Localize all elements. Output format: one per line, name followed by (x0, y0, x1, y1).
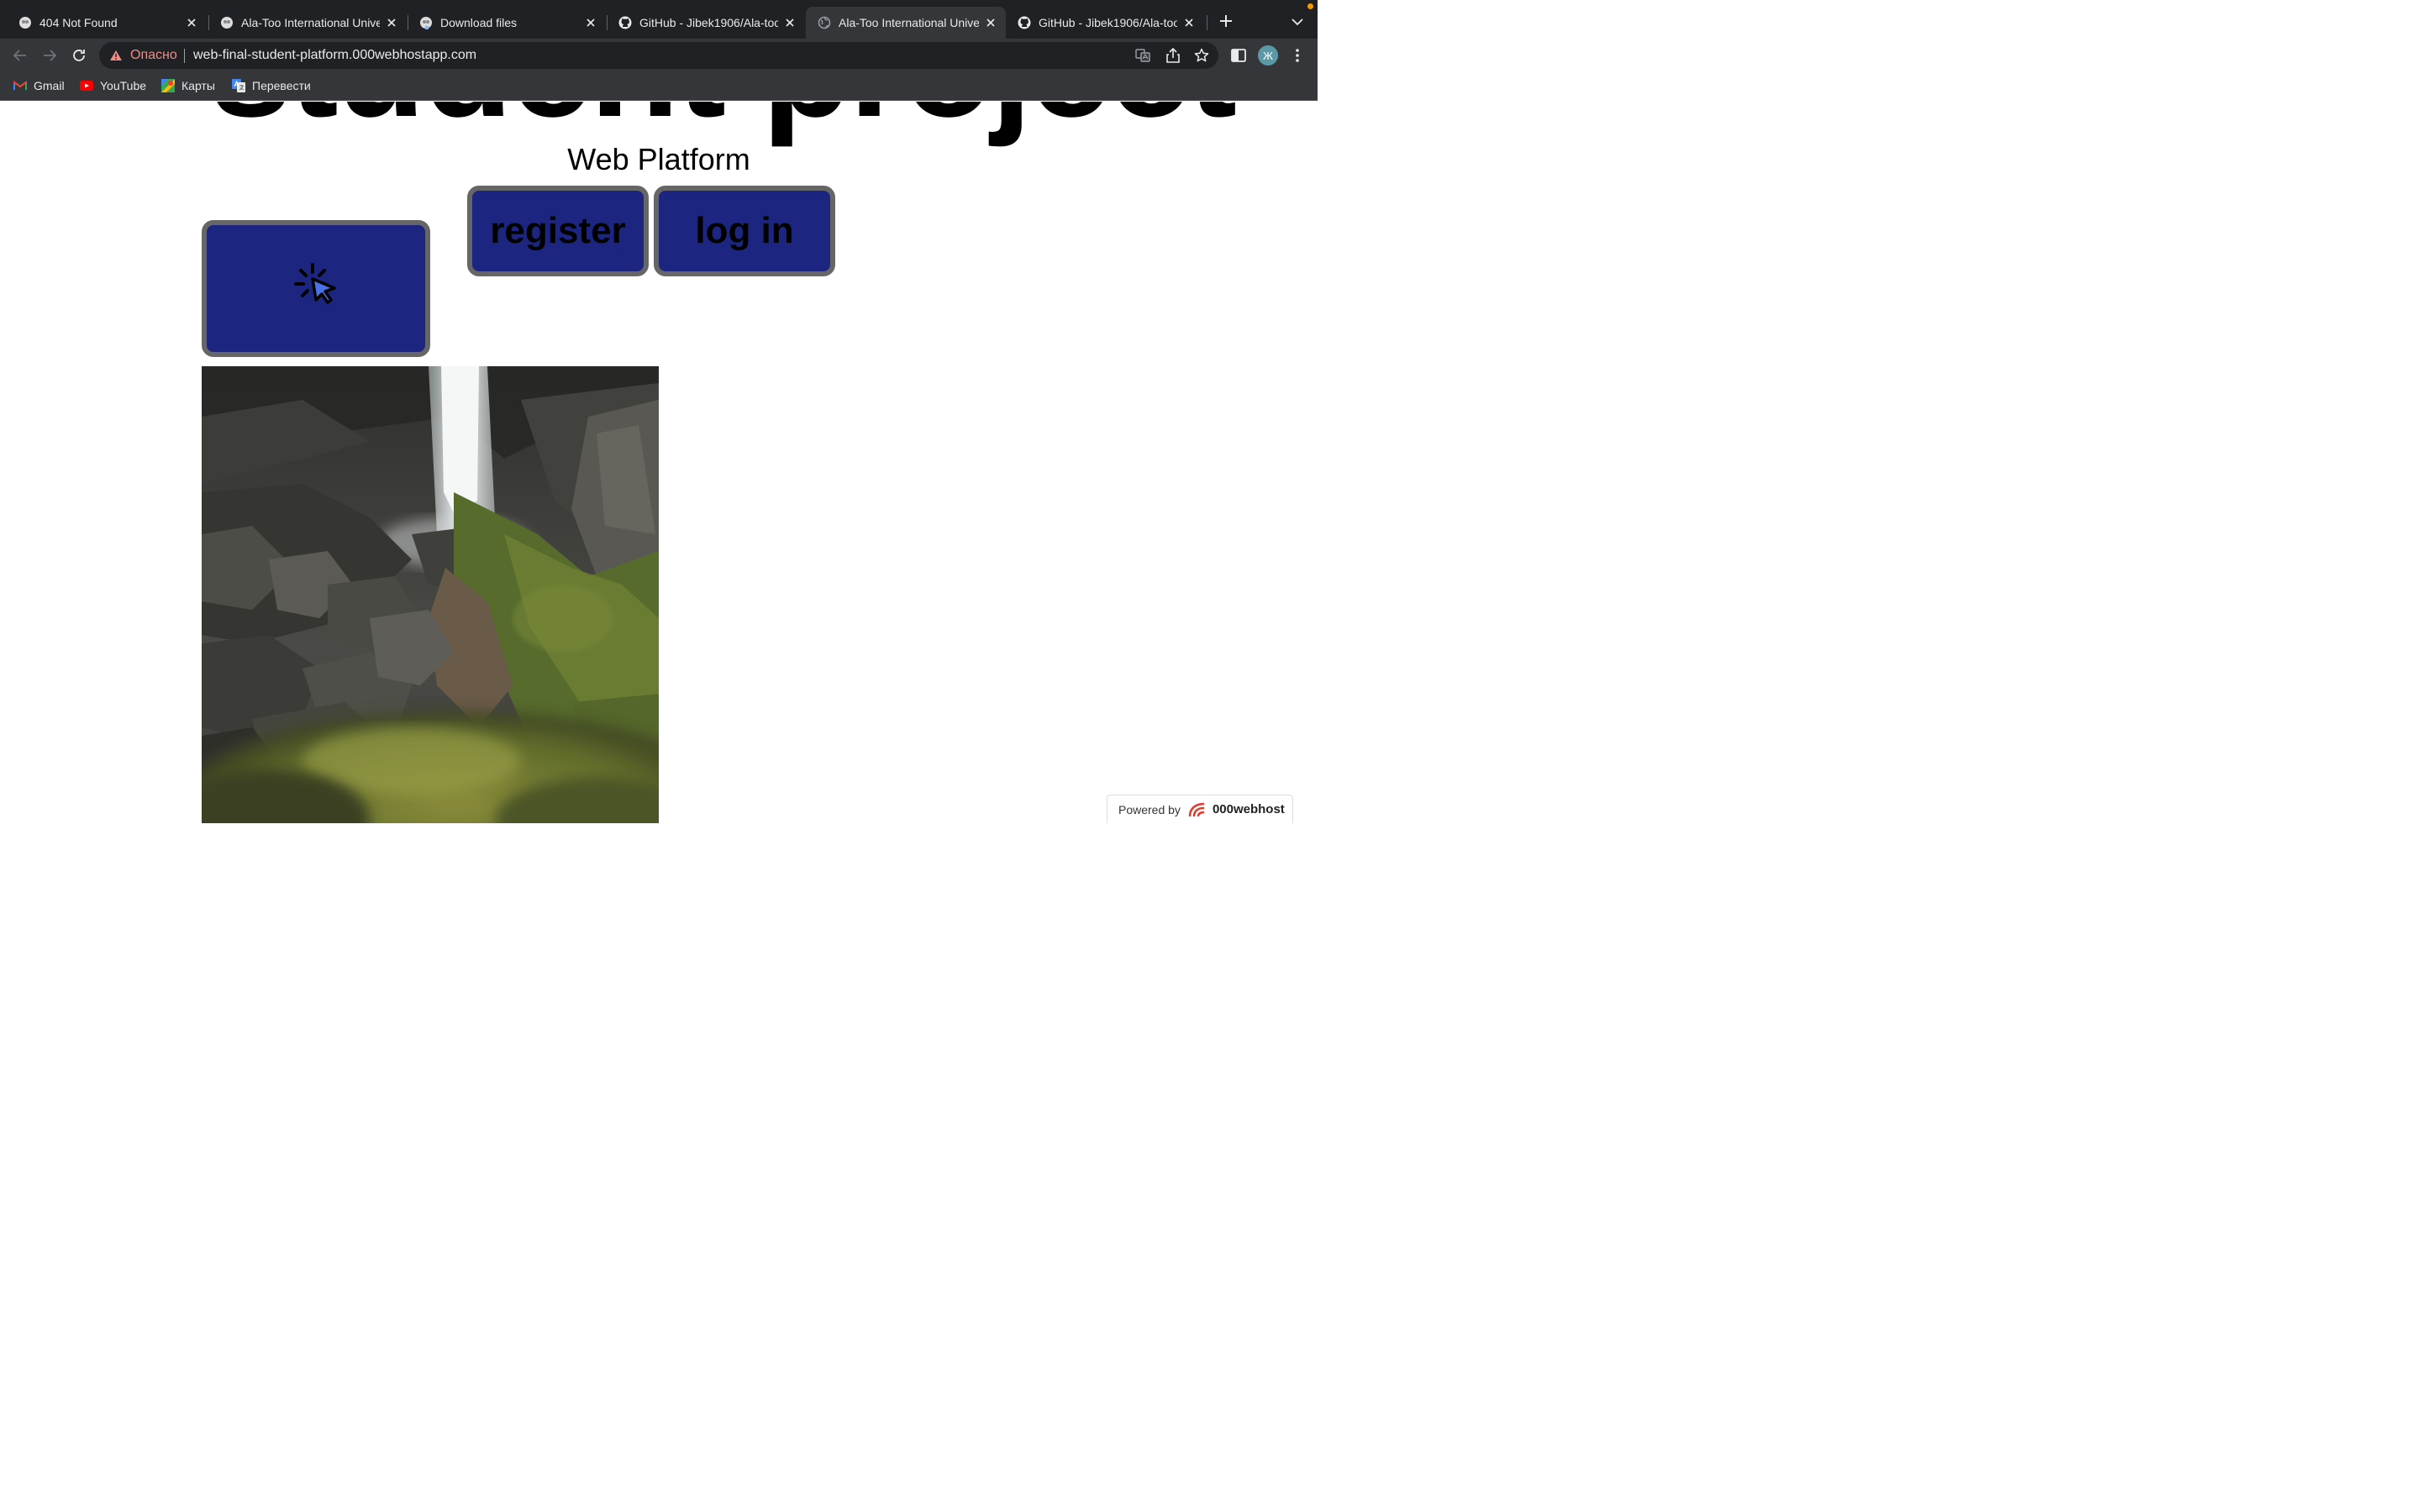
bookmark-gmail[interactable]: Gmail (13, 72, 65, 99)
cursor-click-icon (294, 262, 338, 315)
tab-title: GitHub - Jibek1906/Ala-too (639, 16, 778, 29)
bookmark-label: Gmail (34, 79, 65, 92)
tab-strip: 404 Not Found Ala-Too International Univ… (0, 0, 1318, 39)
tab-title: Download files (440, 16, 518, 29)
tab-download-files[interactable]: Download files (408, 7, 606, 39)
bookmark-maps[interactable]: Карты (161, 72, 215, 99)
register-button[interactable]: register (467, 186, 649, 276)
translate-page-icon[interactable] (1134, 47, 1151, 64)
page-subtitle: Web Platform (567, 142, 750, 176)
translate-icon (232, 79, 245, 92)
tab-404-not-found[interactable]: 404 Not Found (7, 7, 207, 39)
powered-by-label: Powered by (1118, 802, 1181, 816)
powered-by-brand: 000webhost (1212, 802, 1285, 816)
000webhost-icon (18, 16, 32, 29)
page-heading: student project (210, 102, 1237, 139)
tab-title: Ala-Too International University (241, 16, 380, 29)
gmail-icon (13, 79, 27, 92)
close-icon[interactable] (385, 16, 398, 29)
tab-github-2[interactable]: GitHub - Jibek1906/Ala-too (1006, 7, 1204, 39)
tab-search-chevron-icon[interactable] (1289, 13, 1306, 30)
close-icon[interactable] (783, 16, 797, 29)
bookmark-translate[interactable]: Перевести (232, 72, 311, 99)
warning-icon[interactable] (109, 50, 123, 61)
close-icon[interactable] (1182, 16, 1196, 29)
powered-by-badge[interactable]: Powered by 000webhost (1107, 795, 1293, 823)
back-arrow-icon[interactable] (10, 45, 30, 66)
new-tab-button[interactable] (1217, 12, 1235, 30)
000webhost-icon (419, 16, 433, 29)
forward-arrow-icon[interactable] (39, 45, 60, 66)
browser-window: 404 Not Found Ala-Too International Univ… (0, 0, 1318, 823)
close-icon[interactable] (984, 16, 997, 29)
tab-ala-too-university-active[interactable]: Ala-Too International University (806, 7, 1006, 39)
url-text[interactable]: web-final-student-platform.000webhostapp… (193, 42, 476, 69)
side-panel-icon[interactable] (1228, 45, 1249, 66)
tab-title: Ala-Too International University (839, 16, 979, 29)
tab-ala-too-university-1[interactable]: Ala-Too International University (208, 7, 407, 39)
bookmark-label: YouTube (100, 79, 147, 92)
waterfall-image (202, 366, 659, 823)
bookmark-label: Перевести (252, 79, 311, 92)
maps-icon (161, 79, 175, 92)
profile-avatar[interactable]: Ж (1258, 45, 1278, 66)
tab-title: 404 Not Found (39, 16, 118, 29)
share-icon[interactable] (1165, 47, 1181, 64)
000webhost-icon (220, 16, 234, 29)
more-menu-icon[interactable] (1287, 45, 1307, 66)
github-icon (618, 16, 632, 29)
update-indicator (1307, 3, 1313, 9)
page-viewport: student project Web Platform register lo… (0, 102, 1318, 823)
bookmark-star-icon[interactable] (1193, 47, 1210, 64)
login-button[interactable]: log in (654, 186, 835, 276)
close-icon[interactable] (185, 16, 198, 29)
url-divider (184, 49, 185, 63)
browser-toolbar: Опасно web-final-student-platform.000web… (0, 39, 1318, 72)
000webhost-logo-icon (1187, 801, 1209, 818)
insecure-label[interactable]: Опасно (130, 42, 177, 69)
bookmarks-bar: Gmail YouTube Карты Перевести (0, 72, 1318, 101)
tab-title: GitHub - Jibek1906/Ala-too (1039, 16, 1177, 29)
cursor-button[interactable] (202, 220, 430, 357)
close-icon[interactable] (584, 16, 597, 29)
reload-icon[interactable] (69, 45, 89, 66)
youtube-icon (80, 79, 93, 92)
address-bar[interactable]: Опасно web-final-student-platform.000web… (99, 42, 1218, 69)
globe-icon (818, 16, 831, 29)
github-icon (1018, 16, 1031, 29)
bookmark-youtube[interactable]: YouTube (80, 72, 146, 99)
bookmark-label: Карты (182, 79, 215, 92)
tab-github-1[interactable]: GitHub - Jibek1906/Ala-too (607, 7, 805, 39)
